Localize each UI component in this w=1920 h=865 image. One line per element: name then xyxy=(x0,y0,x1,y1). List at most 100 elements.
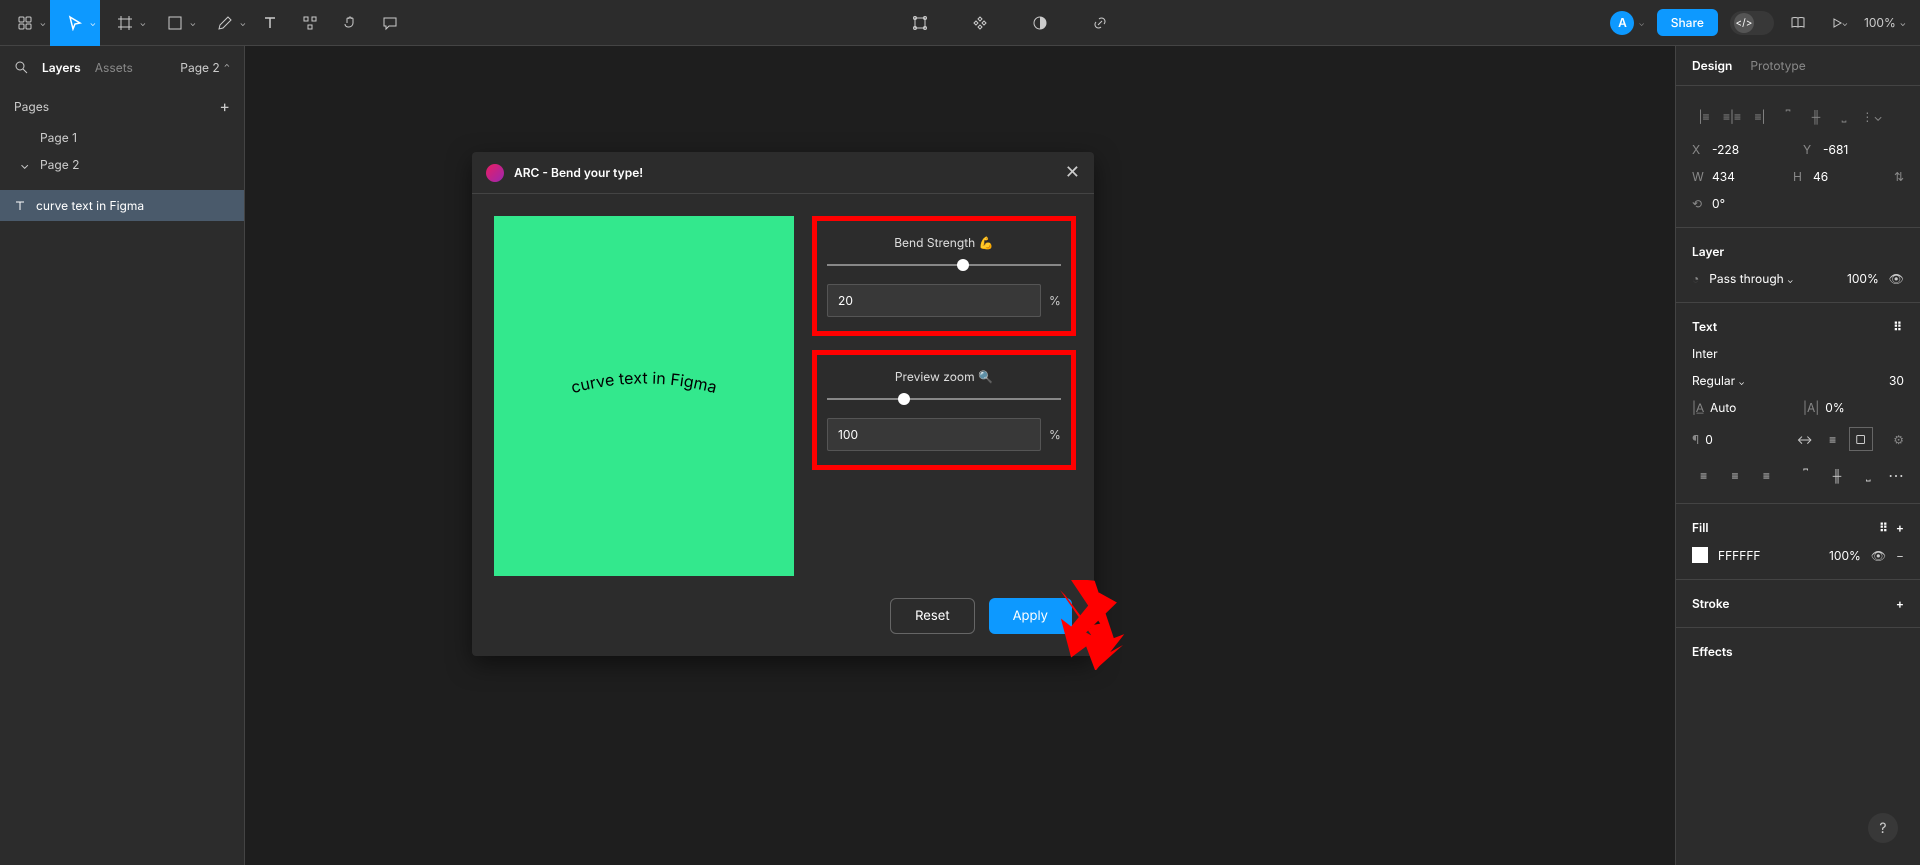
line-height[interactable]: Auto xyxy=(1710,400,1736,415)
effects-title: Effects xyxy=(1692,644,1733,659)
rotation-icon: ⟲ xyxy=(1692,196,1706,211)
share-button[interactable]: Share xyxy=(1657,9,1718,36)
present-button[interactable]: ⌄ xyxy=(1822,0,1852,46)
fill-opacity[interactable]: 100% xyxy=(1829,548,1861,563)
text-align-bottom-icon[interactable]: ⎵ xyxy=(1857,463,1880,487)
fill-swatch[interactable] xyxy=(1692,547,1708,563)
rotation-value[interactable]: 0° xyxy=(1712,196,1725,211)
preview-zoom-label: Preview zoom 🔍 xyxy=(827,369,1061,384)
layer-item[interactable]: curve text in Figma xyxy=(0,190,244,221)
text-align-top-icon[interactable]: ⎴ xyxy=(1794,463,1817,487)
text-layer-icon xyxy=(14,200,26,212)
constrain-icon[interactable]: ⇅ xyxy=(1894,169,1904,184)
prototype-tab[interactable]: Prototype xyxy=(1750,58,1805,73)
hand-tool[interactable] xyxy=(330,0,370,46)
text-settings-icon[interactable]: ⠿ xyxy=(1893,319,1904,334)
paragraph-spacing[interactable]: 0 xyxy=(1705,432,1713,447)
letter-spacing[interactable]: 0% xyxy=(1825,400,1844,415)
search-icon[interactable] xyxy=(14,60,28,74)
text-title: Text xyxy=(1692,319,1717,334)
visibility-icon[interactable]: 👁 xyxy=(1889,271,1904,286)
frame-tool[interactable]: ⌄ xyxy=(100,0,150,46)
code-icon: </> xyxy=(1734,13,1754,33)
pages-header: Pages xyxy=(14,99,49,114)
plugin-modal: ARC - Bend your type! ✕ curve text in Fi… xyxy=(472,152,1094,656)
preview-area: curve text in Figma xyxy=(494,216,794,576)
plugin-icon xyxy=(486,164,504,182)
text-options-icon[interactable]: ⋯ xyxy=(1888,465,1904,485)
percent-label: % xyxy=(1049,293,1061,308)
font-family[interactable]: Inter xyxy=(1692,346,1718,361)
text-align-center-icon[interactable]: ≡ xyxy=(1723,463,1746,487)
align-center-h-icon[interactable]: ≡|≡ xyxy=(1720,104,1744,128)
font-size[interactable]: 30 xyxy=(1889,373,1904,388)
bend-strength-label: Bend Strength 💪 xyxy=(827,235,1061,250)
paragraph-spacing-icon: ¶ xyxy=(1692,432,1699,447)
layer-opacity[interactable]: 100% xyxy=(1847,271,1879,286)
blend-icon[interactable]: ◔ xyxy=(1692,271,1699,286)
text-align-left-icon[interactable]: ≡ xyxy=(1692,463,1715,487)
dev-mode-toggle[interactable]: </> xyxy=(1730,11,1774,35)
page-item-2[interactable]: Page 2 xyxy=(0,151,244,178)
preview-zoom-slider[interactable] xyxy=(827,398,1061,400)
distribute-icon[interactable]: ⋮⌄ xyxy=(1860,104,1884,128)
shape-tool[interactable]: ⌄ xyxy=(150,0,200,46)
y-value[interactable]: -681 xyxy=(1823,142,1848,157)
y-label: Y xyxy=(1803,142,1817,157)
align-center-v-icon[interactable]: ╫ xyxy=(1804,104,1828,128)
add-fill-icon[interactable]: + xyxy=(1896,520,1904,535)
right-panel: Design Prototype |≡ ≡|≡ ≡| ⎴ ╫ ⎵ ⋮⌄ X -22… xyxy=(1675,46,1920,865)
align-top-icon[interactable]: ⎴ xyxy=(1776,104,1800,128)
left-panel: Layers Assets Page 2⌃ Pages + Page 1 Pag… xyxy=(0,46,245,865)
layers-tab[interactable]: Layers xyxy=(42,60,81,75)
link-icon[interactable] xyxy=(1080,0,1120,46)
svg-text:curve text in Figma: curve text in Figma xyxy=(569,367,719,397)
add-page-button[interactable]: + xyxy=(219,96,230,116)
add-stroke-icon[interactable]: + xyxy=(1896,596,1904,611)
fill-styles-icon[interactable]: ⠿ xyxy=(1879,520,1890,535)
top-toolbar: ⌄ ⌄ ⌄ ⌄ ⌄ A ⌄ Share </> ⌄ 100%⌄ xyxy=(0,0,1920,46)
preview-zoom-input[interactable] xyxy=(827,418,1041,451)
pen-tool[interactable]: ⌄ xyxy=(200,0,250,46)
page-selector[interactable]: Page 2⌃ xyxy=(180,60,230,75)
w-value[interactable]: 434 xyxy=(1712,169,1735,184)
fill-visibility-icon[interactable]: 👁 xyxy=(1871,548,1886,563)
zoom-level[interactable]: 100%⌄ xyxy=(1864,15,1906,30)
resources-tool[interactable] xyxy=(290,0,330,46)
auto-height-icon[interactable]: ≡ xyxy=(1821,427,1845,451)
text-align-middle-icon[interactable]: ╫ xyxy=(1825,463,1848,487)
text-tool[interactable] xyxy=(250,0,290,46)
align-right-icon[interactable]: ≡| xyxy=(1748,104,1772,128)
letter-spacing-icon: |A| xyxy=(1803,400,1819,415)
font-weight[interactable]: Regular ⌄ xyxy=(1692,373,1745,388)
fixed-size-icon[interactable]: ▢ xyxy=(1849,427,1873,451)
move-tool[interactable]: ⌄ xyxy=(50,0,100,46)
design-tab[interactable]: Design xyxy=(1692,58,1732,73)
align-left-icon[interactable]: |≡ xyxy=(1692,104,1716,128)
fill-hex[interactable]: FFFFFF xyxy=(1718,548,1761,563)
auto-width-icon[interactable]: ↔ xyxy=(1793,427,1817,451)
align-bottom-icon[interactable]: ⎵ xyxy=(1832,104,1856,128)
help-button[interactable]: ? xyxy=(1868,813,1898,843)
text-align-right-icon[interactable]: ≡ xyxy=(1755,463,1778,487)
main-menu-button[interactable]: ⌄ xyxy=(0,0,50,46)
x-value[interactable]: -228 xyxy=(1712,142,1739,157)
remove-fill-icon[interactable]: − xyxy=(1896,548,1904,563)
bend-strength-slider[interactable] xyxy=(827,264,1061,266)
library-icon[interactable] xyxy=(1786,0,1810,46)
user-avatar[interactable]: A xyxy=(1610,11,1634,35)
fill-title: Fill xyxy=(1692,520,1708,535)
bend-strength-input[interactable] xyxy=(827,284,1041,317)
component-icon[interactable] xyxy=(960,0,1000,46)
comment-tool[interactable] xyxy=(370,0,410,46)
blend-mode[interactable]: Pass through ⌄ xyxy=(1709,271,1793,286)
page-item-1[interactable]: Page 1 xyxy=(0,124,244,151)
mask-icon[interactable] xyxy=(1020,0,1060,46)
close-icon[interactable]: ✕ xyxy=(1065,162,1080,183)
frame-selection-icon[interactable] xyxy=(900,0,940,46)
x-label: X xyxy=(1692,142,1706,157)
assets-tab[interactable]: Assets xyxy=(95,60,133,75)
h-value[interactable]: 46 xyxy=(1813,169,1828,184)
text-more-icon[interactable]: ⚙ xyxy=(1893,432,1904,447)
reset-button[interactable]: Reset xyxy=(890,598,974,634)
